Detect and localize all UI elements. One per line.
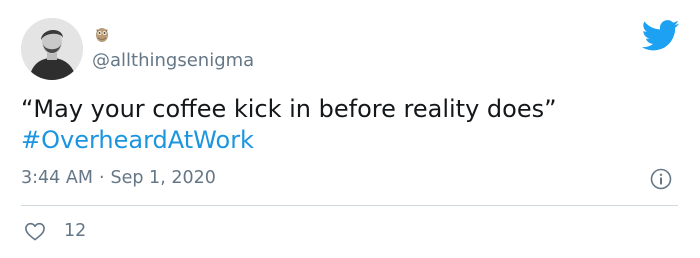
info-icon[interactable] (650, 168, 672, 190)
tweet-quote: “May your coffee kick in before reality … (21, 95, 557, 123)
heart-icon[interactable] (24, 221, 46, 241)
tweet-card: @allthingsenigma “May your coffee kick i… (0, 0, 700, 258)
meta-separator: · (98, 168, 105, 188)
divider (21, 205, 678, 206)
like-action[interactable]: 12 (24, 219, 86, 243)
hashtag-link[interactable]: #OverheardAtWork (21, 125, 671, 156)
user-handle[interactable]: @allthingsenigma (92, 50, 254, 72)
avatar[interactable] (21, 18, 83, 80)
like-count: 12 (64, 221, 87, 241)
tweet-date: Sep 1, 2020 (110, 168, 216, 188)
tweet-time: 3:44 AM (21, 168, 93, 188)
tweet-text: “May your coffee kick in before reality … (21, 94, 671, 156)
tweet-timestamp[interactable]: 3:44 AM · Sep 1, 2020 (21, 167, 216, 189)
twitter-bird-icon[interactable] (642, 20, 680, 51)
owl-emoji-icon (96, 28, 108, 42)
